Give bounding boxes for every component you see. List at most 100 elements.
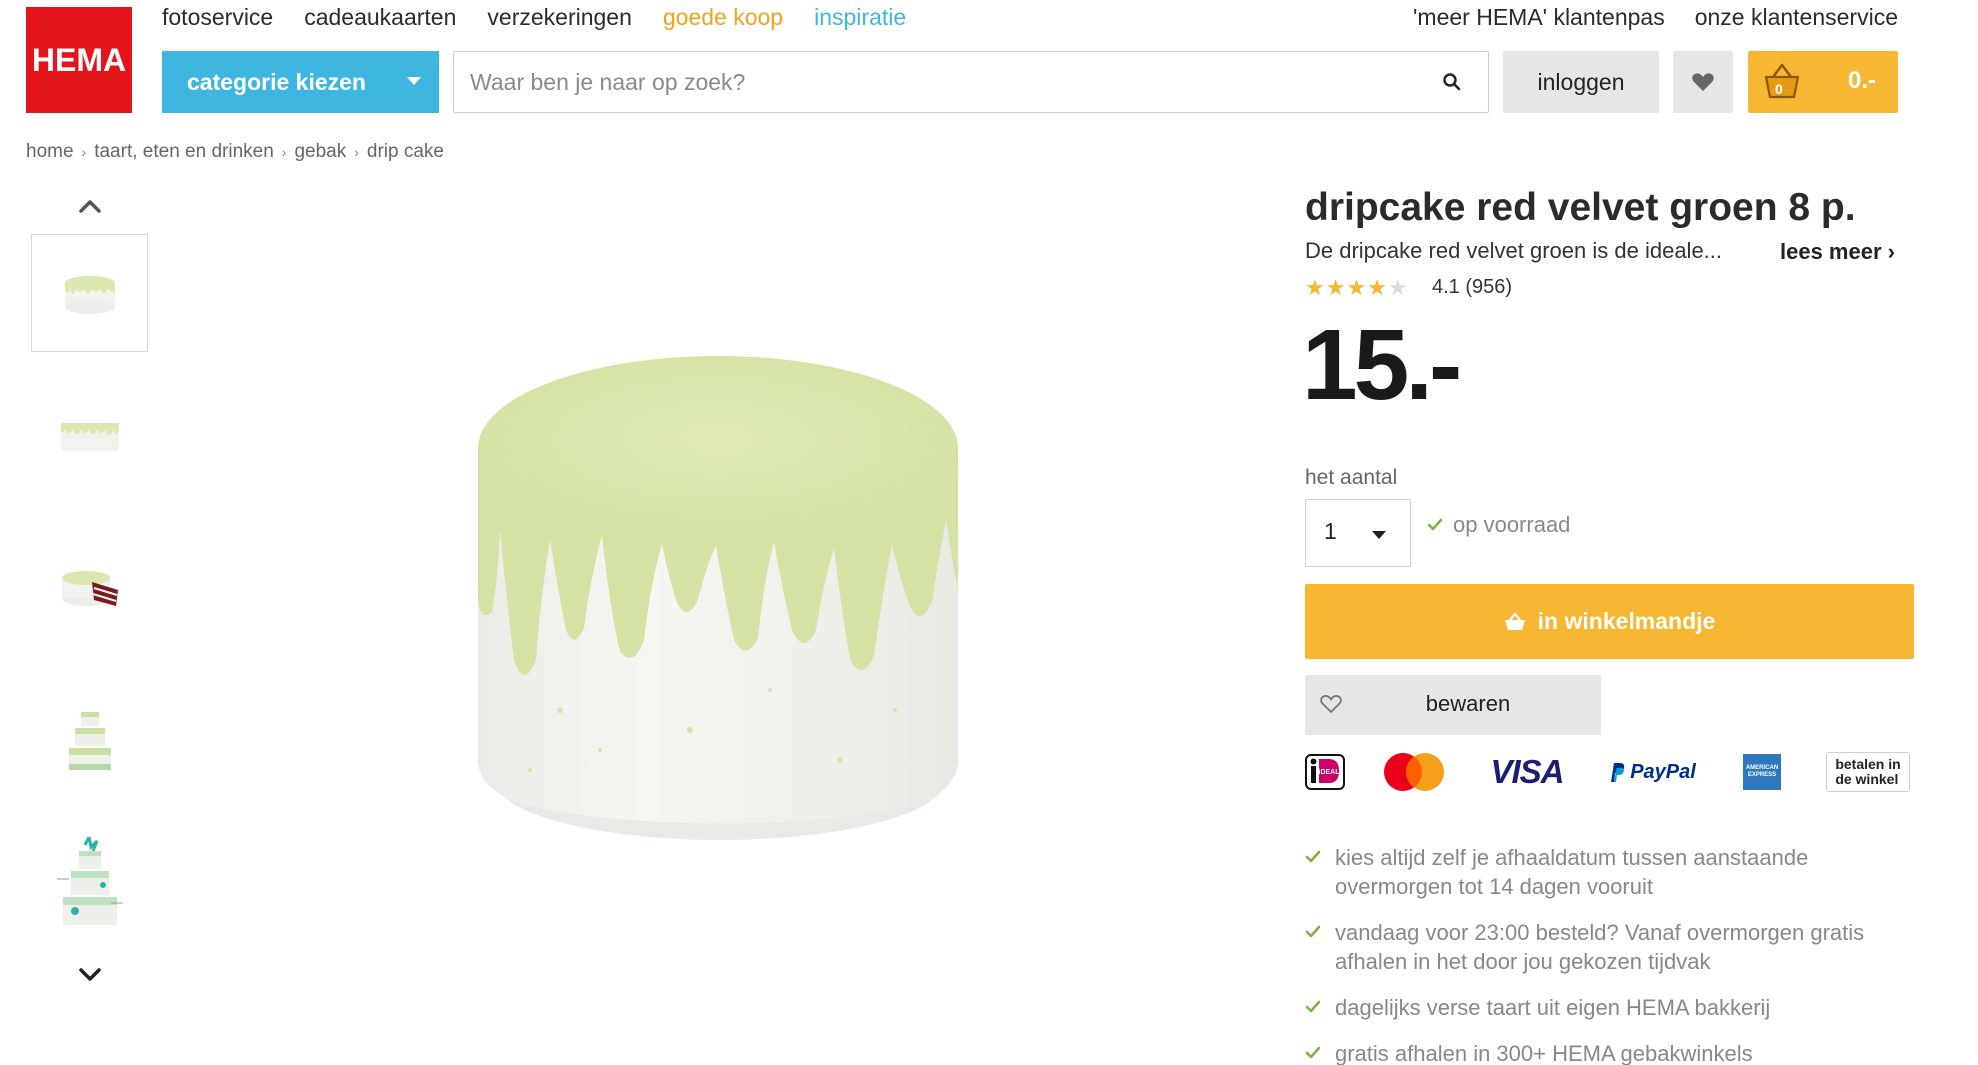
heart-icon xyxy=(1692,73,1714,91)
search-bar xyxy=(453,51,1489,113)
check-icon xyxy=(1305,1046,1321,1059)
save-button[interactable]: bewaren xyxy=(1305,675,1601,735)
check-icon xyxy=(1305,1000,1321,1013)
payment-methods: iDEAL VISA PayPal AMERICAN EXPRESS betal… xyxy=(1305,748,1915,796)
breadcrumb: home › taart, eten en drinken › gebak › … xyxy=(26,141,444,163)
save-label: bewaren xyxy=(1425,691,1511,716)
category-label: categorie kiezen xyxy=(187,68,366,95)
chevron-right-icon: › xyxy=(1887,239,1895,264)
wishlist-button[interactable] xyxy=(1673,51,1733,113)
pay-in-store-badge: betalen in de winkel xyxy=(1822,748,1914,796)
quantity-select[interactable]: 1 xyxy=(1305,499,1411,567)
ideal-text: iDEAL xyxy=(1319,769,1341,776)
breadcrumb-separator-icon: › xyxy=(354,144,359,160)
pay-in-store-box: betalen in de winkel xyxy=(1826,752,1910,792)
quantity-value: 1 xyxy=(1324,518,1337,544)
amex-text-2: EXPRESS xyxy=(1747,772,1777,778)
cart-button[interactable]: 0 0.- xyxy=(1748,51,1898,113)
mastercard-logo xyxy=(1381,748,1447,796)
star-icon: ★ xyxy=(1346,275,1367,300)
usp-item: gratis afhalen in 300+ HEMA gebakwinkels xyxy=(1305,1039,1925,1065)
visa-text: VISA xyxy=(1490,753,1564,790)
chevron-up-icon[interactable] xyxy=(78,198,102,214)
product-main-image xyxy=(478,356,958,840)
login-button[interactable]: inloggen xyxy=(1503,51,1659,113)
cart-total: 0.- xyxy=(1847,67,1876,94)
check-icon xyxy=(1305,925,1321,938)
check-icon xyxy=(1305,850,1321,863)
mastercard-icon xyxy=(1384,753,1444,791)
check-icon xyxy=(1427,518,1443,531)
breadcrumb-separator-icon: › xyxy=(81,144,87,160)
pay-in-store-line2: de winkel xyxy=(1835,771,1899,787)
breadcrumb-gebak[interactable]: gebak xyxy=(294,141,346,163)
usp-item: vandaag voor 23:00 besteld? Vanaf overmo… xyxy=(1305,918,1925,976)
thumbnail-2[interactable] xyxy=(31,378,148,496)
paypal-icon xyxy=(1611,763,1625,782)
login-label: inloggen xyxy=(1537,68,1625,95)
caret-down-icon xyxy=(1372,531,1386,539)
decorated-cake-thumbnail-image xyxy=(56,837,123,925)
breadcrumb-drip-cake[interactable]: drip cake xyxy=(367,141,444,163)
product-title: dripcake red velvet groen 8 p. xyxy=(1305,186,1856,229)
usp-item: dagelijks verse taart uit eigen HEMA bak… xyxy=(1305,993,1925,1022)
rating-text[interactable]: 4.1 (956) xyxy=(1432,276,1512,299)
thumbnail-1[interactable] xyxy=(31,234,148,352)
paypal-text: PayPal xyxy=(1630,760,1696,783)
thumbnail-3[interactable] xyxy=(31,530,148,648)
star-icon: ★ xyxy=(1305,275,1325,300)
nav-cadeaukaarten[interactable]: cadeaukaarten xyxy=(304,4,456,31)
chevron-down-icon xyxy=(407,77,421,85)
usp-list: kies altijd zelf je afhaaldatum tussen a… xyxy=(1305,843,1925,1065)
star-icon: ★ xyxy=(1325,275,1346,300)
chevron-down-icon[interactable] xyxy=(78,967,102,983)
search-input[interactable] xyxy=(454,52,1414,112)
add-to-cart-button[interactable]: in winkelmandje xyxy=(1305,584,1914,659)
nav-fotoservice[interactable]: fotoservice xyxy=(162,4,273,31)
ideal-logo: iDEAL xyxy=(1305,748,1345,796)
usp-item: kies altijd zelf je afhaaldatum tussen a… xyxy=(1305,843,1925,901)
hema-logo[interactable]: HEMA xyxy=(26,7,132,113)
top-navigation: fotoservice cadeaukaarten verzekeringen … xyxy=(162,4,906,31)
logo-text: HEMA xyxy=(31,41,127,78)
cake-thumbnail-image xyxy=(64,276,115,314)
top-right-links: 'meer HEMA' klantenpas onze klantenservi… xyxy=(1413,4,1898,31)
basket-icon xyxy=(1504,612,1525,630)
cake-side-thumbnail-image xyxy=(60,423,119,451)
product-description: De dripcake red velvet groen is de ideal… xyxy=(1305,238,1723,263)
star-icon: ★ xyxy=(1387,275,1408,300)
amex-text-1: AMERICAN xyxy=(1745,765,1779,771)
read-more-link[interactable]: lees meer › xyxy=(1780,239,1895,265)
link-klantenpas[interactable]: 'meer HEMA' klantenpas xyxy=(1413,4,1665,31)
rating-stars[interactable]: ★ ★ ★ ★ ★ xyxy=(1305,275,1408,301)
product-price: 15.- xyxy=(1302,309,1462,421)
usp-text: gratis afhalen in 300+ HEMA gebakwinkels xyxy=(1335,1041,1753,1065)
paypal-logo: PayPal xyxy=(1602,748,1702,796)
search-icon[interactable] xyxy=(1442,72,1462,92)
nav-verzekeringen[interactable]: verzekeringen xyxy=(487,4,631,31)
thumbnail-5[interactable] xyxy=(31,826,148,944)
breadcrumb-home[interactable]: home xyxy=(26,141,74,163)
cart-count: 0 xyxy=(1775,81,1783,97)
amex-icon: AMERICAN EXPRESS xyxy=(1743,754,1781,790)
usp-text: kies altijd zelf je afhaaldatum tussen a… xyxy=(1335,845,1809,899)
category-select-button[interactable]: categorie kiezen xyxy=(162,51,439,113)
quantity-label: het aantal xyxy=(1305,466,1398,489)
usp-text: vandaag voor 23:00 besteld? Vanaf overmo… xyxy=(1335,920,1865,974)
breadcrumb-separator-icon: › xyxy=(281,144,287,160)
breadcrumb-taart[interactable]: taart, eten en drinken xyxy=(94,141,274,163)
link-klantenservice[interactable]: onze klantenservice xyxy=(1695,4,1898,31)
star-icon: ★ xyxy=(1367,275,1387,300)
amex-logo: AMERICAN EXPRESS xyxy=(1742,748,1782,796)
nav-inspiratie[interactable]: inspiratie xyxy=(814,4,906,31)
add-to-cart-label: in winkelmandje xyxy=(1537,608,1716,634)
ideal-icon: iDEAL xyxy=(1305,754,1345,790)
nav-goede-koop[interactable]: goede koop xyxy=(663,4,783,31)
visa-logo: VISA xyxy=(1481,748,1573,796)
thumbnail-4[interactable] xyxy=(31,682,148,800)
read-more-label: lees meer xyxy=(1780,239,1882,264)
tiered-cake-thumbnail-image xyxy=(68,712,111,770)
stock-status: op voorraad xyxy=(1427,512,1570,538)
cake-slice-thumbnail-image xyxy=(61,571,118,606)
usp-text: dagelijks verse taart uit eigen HEMA bak… xyxy=(1335,995,1771,1020)
